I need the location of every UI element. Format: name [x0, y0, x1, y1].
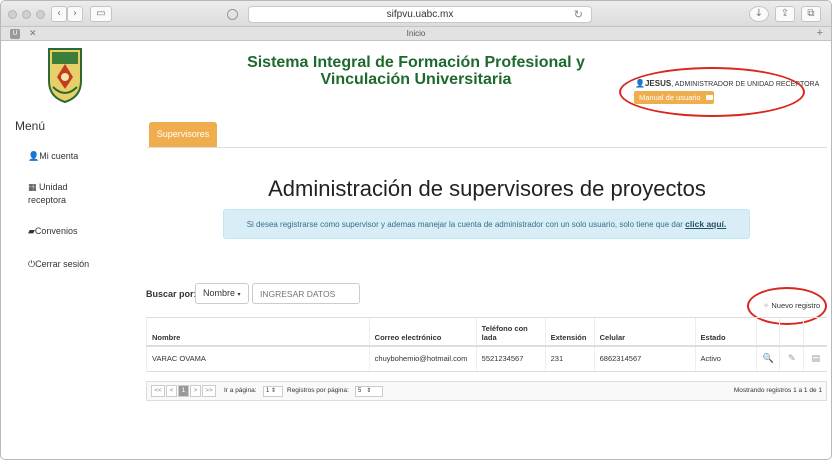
sidebar-title: Menú [15, 119, 46, 133]
column-header-celular[interactable]: Celular [593, 317, 696, 347]
tab-bar: U ✕ Inicio + [1, 27, 831, 41]
new-tab-icon[interactable]: + [817, 27, 823, 39]
sidebar-item-unidad-receptora[interactable]: ▦ Unidad receptora [28, 181, 98, 206]
edit-icon[interactable]: ✎ [779, 345, 804, 372]
address-bar[interactable]: sifpvu.uabc.mx ↻ [248, 6, 592, 23]
goto-page-select[interactable]: 1 ⇕ [263, 386, 283, 397]
column-header-delete [803, 317, 827, 347]
table-header-row: Nombre Correo electrónico Teléfono con l… [146, 317, 827, 347]
per-page-value: 5 [358, 388, 362, 394]
cell-correo: chuybohemio@hotmail.com [368, 345, 477, 372]
search-field-value: Nombre [203, 288, 236, 298]
view-icon[interactable]: 🔍 [756, 345, 780, 372]
reload-icon[interactable]: ↻ [574, 7, 583, 22]
site-title: Sistema Integral de Formación Profesiona… [247, 54, 585, 88]
goto-page-value: 1 [266, 388, 270, 394]
sidebar-item-convenios[interactable]: ▰Convenios [28, 225, 77, 238]
user-icon: 👤 [28, 152, 40, 162]
column-header-edit [779, 317, 804, 347]
caret-down-icon: ▾ [237, 292, 241, 298]
search-field-select[interactable]: Nombre ▾ [195, 283, 249, 304]
next-page-button[interactable]: > [190, 385, 201, 397]
window-controls [8, 10, 45, 19]
cell-extension: 231 [544, 345, 595, 372]
annotation-circle-user [619, 67, 805, 117]
privacy-icon[interactable] [227, 9, 238, 20]
minimize-window-button[interactable] [22, 10, 31, 19]
per-page-select[interactable]: 5 ⇕ [355, 386, 383, 397]
university-shield-logo [48, 48, 82, 103]
last-page-button[interactable]: >> [202, 385, 216, 397]
sidebar-item-cerrar-sesion[interactable]: ⏻Cerrar sesión [28, 258, 89, 271]
sidebar-item-label: Cerrar sesión [35, 259, 90, 269]
column-header-view [756, 317, 780, 347]
tabs-overview-icon[interactable]: ⧉ [801, 6, 821, 22]
tab-supervisores[interactable]: Supervisores [149, 122, 217, 147]
sidebar-toggle-button[interactable]: ▭ [90, 6, 112, 22]
folder-icon: ▰ [28, 227, 35, 237]
cell-telefono: 5521234567 [475, 345, 546, 372]
sidebar-item-label: Mi cuenta [39, 151, 79, 161]
search-label: Buscar por: [146, 289, 197, 299]
column-header-correo[interactable]: Correo electrónico [368, 317, 477, 347]
search-input[interactable] [252, 283, 360, 304]
column-header-telefono[interactable]: Teléfono con lada [475, 317, 546, 347]
column-header-estado[interactable]: Estado [694, 317, 757, 347]
sidebar-item-label: Convenios [34, 226, 78, 236]
supervisors-table: Nombre Correo electrónico Teléfono con l… [146, 317, 827, 372]
share-icon[interactable]: ⇪ [775, 6, 795, 22]
tab-title[interactable]: Inicio [1, 29, 831, 38]
pagination-bar: << < 1 > >> Ir a página: 1 ⇕ Registros p… [146, 381, 827, 401]
records-summary: Mostrando registros 1 a 1 de 1 [733, 387, 822, 394]
table-row: VARAC OVAMA chuybohemio@hotmail.com 5521… [146, 345, 827, 372]
column-header-extension[interactable]: Extensión [544, 317, 595, 347]
prev-page-button[interactable]: < [166, 385, 177, 397]
cell-estado: Activo [694, 345, 757, 372]
back-button[interactable]: ‹ [51, 6, 67, 22]
forward-button[interactable]: › [67, 6, 83, 22]
cell-nombre: VARAC OVAMA [146, 345, 370, 372]
register-link[interactable]: click aquí. [685, 219, 726, 229]
delete-icon[interactable]: ▤ [803, 345, 827, 372]
close-window-button[interactable] [8, 10, 17, 19]
zoom-window-button[interactable] [36, 10, 45, 19]
current-page-button[interactable]: 1 [178, 385, 189, 397]
tab-divider [147, 147, 827, 148]
download-icon[interactable]: ↓ [749, 6, 769, 22]
goto-page-label: Ir a página: [224, 387, 257, 394]
browser-toolbar: ‹ › ▭ sifpvu.uabc.mx ↻ ↓ ⇪ ⧉ [1, 1, 831, 27]
info-alert: Si desea registrarse como supervisor y a… [223, 209, 750, 239]
per-page-label: Registros por página: [287, 387, 349, 394]
grid-icon: ▦ [28, 183, 37, 193]
first-page-button[interactable]: << [151, 385, 165, 397]
page-title: Administración de supervisores de proyec… [268, 176, 706, 201]
browser-window: ‹ › ▭ sifpvu.uabc.mx ↻ ↓ ⇪ ⧉ U ✕ Inicio … [0, 0, 832, 460]
cell-celular: 6862314567 [593, 345, 696, 372]
url-text: sifpvu.uabc.mx [386, 9, 454, 20]
column-header-nombre[interactable]: Nombre [146, 317, 370, 347]
sidebar-item-mi-cuenta[interactable]: 👤Mi cuenta [28, 150, 78, 163]
info-text: Si desea registrarse como supervisor y a… [246, 220, 683, 229]
